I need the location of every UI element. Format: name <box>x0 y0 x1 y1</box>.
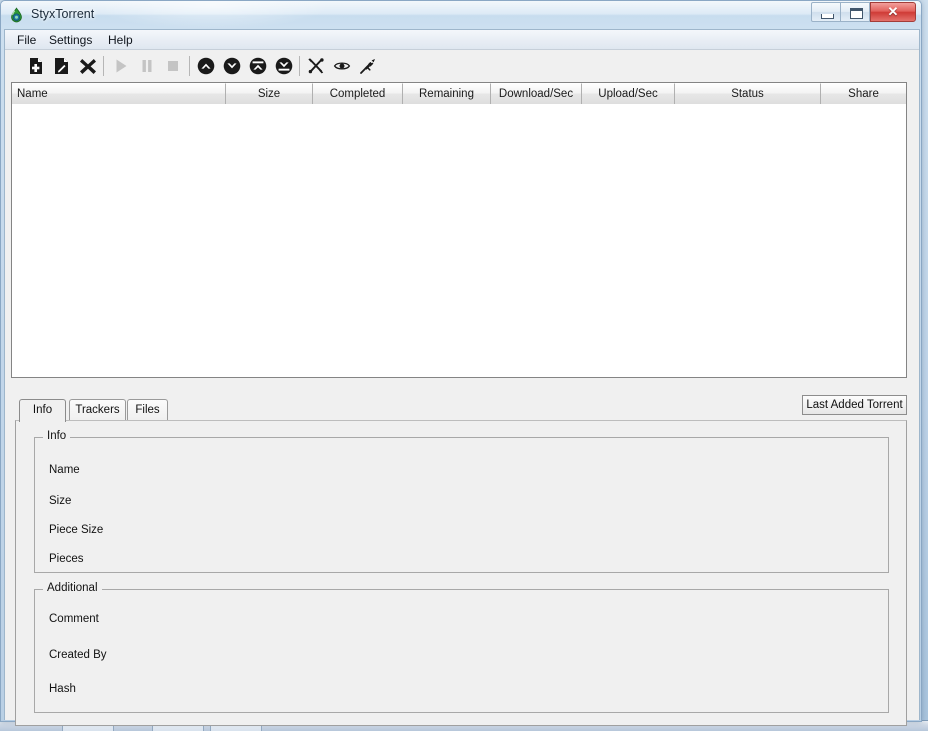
field-label-hash: Hash <box>49 683 76 695</box>
remove-torrent-button[interactable] <box>75 53 101 79</box>
create-torrent-button[interactable] <box>49 53 75 79</box>
maximize-icon <box>850 8 863 19</box>
start-button[interactable] <box>108 53 134 79</box>
add-torrent-button[interactable] <box>23 53 49 79</box>
last-added-torrent-button[interactable]: Last Added Torrent <box>802 395 907 415</box>
menu-file[interactable]: File <box>11 32 42 48</box>
play-icon <box>116 59 127 73</box>
field-label-comment: Comment <box>49 613 99 625</box>
title-bar[interactable]: StyxTorrent ✕ <box>1 1 921 29</box>
minimize-button[interactable] <box>811 2 841 22</box>
connection-button[interactable] <box>355 53 381 79</box>
menu-settings[interactable]: Settings <box>43 32 98 48</box>
eye-icon <box>333 62 351 70</box>
tab-info[interactable]: Info <box>19 399 66 422</box>
menu-help[interactable]: Help <box>102 32 139 48</box>
move-up-button[interactable] <box>193 53 219 79</box>
info-group-title: Info <box>43 430 71 442</box>
maximize-button[interactable] <box>840 2 870 22</box>
minimize-icon <box>821 14 834 19</box>
circle-arrow-down-icon <box>223 57 241 75</box>
column-header-size[interactable]: Size <box>226 83 313 104</box>
additional-group: Additional Comment Created By Hash <box>34 582 889 713</box>
stop-button[interactable] <box>160 53 186 79</box>
field-label-pieces: Pieces <box>49 553 84 565</box>
show-hide-button[interactable] <box>329 53 355 79</box>
column-header-share[interactable]: Share <box>821 83 906 104</box>
field-label-created-by: Created By <box>49 649 107 661</box>
field-label-piece-size: Piece Size <box>49 524 104 536</box>
field-label-size: Size <box>49 495 72 507</box>
plug-icon <box>360 59 375 74</box>
move-down-button[interactable] <box>219 53 245 79</box>
droplet-icon <box>8 7 25 24</box>
column-header-download-sec[interactable]: Download/Sec <box>491 83 582 104</box>
toolbar-separator <box>299 56 300 76</box>
field-label-name: Name <box>49 464 80 476</box>
close-icon: ✕ <box>887 4 899 19</box>
glass-highlight <box>91 1 331 29</box>
column-header-upload-sec[interactable]: Upload/Sec <box>582 83 675 104</box>
toolbar-separator <box>189 56 190 76</box>
menu-bar: File Settings Help <box>5 30 919 50</box>
details-panel: Info Name Size Piece Size Pieces Additio… <box>15 420 907 726</box>
close-x-icon <box>80 59 96 74</box>
column-header-status[interactable]: Status <box>675 83 821 104</box>
circle-arrow-top-icon <box>249 57 267 75</box>
client-area: File Settings Help Name Size Completed R… <box>4 29 920 726</box>
pause-button[interactable] <box>134 53 160 79</box>
torrent-list-body[interactable] <box>12 104 906 377</box>
tab-files[interactable]: Files <box>127 399 168 421</box>
file-plus-icon <box>30 58 42 74</box>
stop-icon <box>168 61 178 71</box>
column-header-remaining[interactable]: Remaining <box>403 83 491 104</box>
torrent-list[interactable]: Name Size Completed Remaining Download/S… <box>11 82 907 378</box>
file-edit-icon <box>55 58 68 74</box>
tab-trackers[interactable]: Trackers <box>69 399 126 421</box>
additional-group-title: Additional <box>43 582 102 594</box>
circle-arrow-up-icon <box>197 57 215 75</box>
close-button[interactable]: ✕ <box>870 2 916 22</box>
move-bottom-button[interactable] <box>271 53 297 79</box>
toolbar-separator <box>103 56 104 76</box>
pause-icon <box>142 60 152 72</box>
column-header-completed[interactable]: Completed <box>313 83 403 104</box>
info-group: Info Name Size Piece Size Pieces <box>34 430 889 573</box>
toolbar <box>5 50 919 82</box>
circle-arrow-bottom-icon <box>275 57 293 75</box>
torrent-list-header: Name Size Completed Remaining Download/S… <box>12 83 906 105</box>
move-top-button[interactable] <box>245 53 271 79</box>
preferences-button[interactable] <box>303 53 329 79</box>
window-title: StyxTorrent <box>31 7 95 21</box>
column-header-name[interactable]: Name <box>12 83 226 104</box>
tools-icon <box>308 58 324 74</box>
application-window: StyxTorrent ✕ File Settings Help Name Si… <box>0 0 922 726</box>
